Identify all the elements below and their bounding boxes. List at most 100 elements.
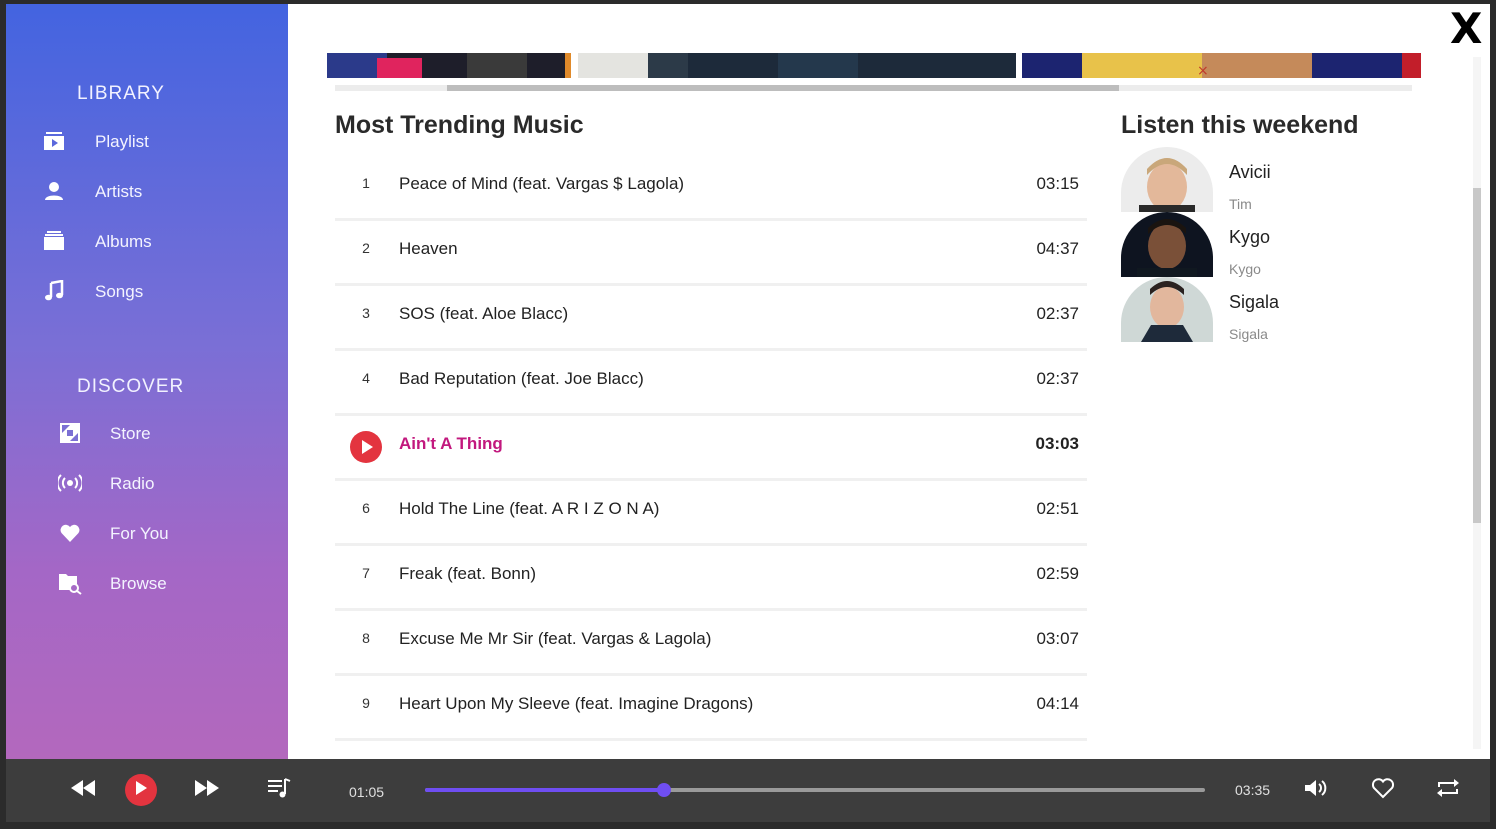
sidebar-item-artists[interactable]: Artists [42, 176, 242, 206]
sidebar-item-label: Radio [110, 474, 155, 493]
artist-subtitle: Tim [1229, 196, 1252, 212]
sidebar-item-for-you[interactable]: For You [58, 518, 258, 548]
svg-text:×: × [1197, 63, 1209, 78]
track-number: 2 [362, 240, 370, 256]
track-list: 1 Peace of Mind (feat. Vargas $ Lagola) … [335, 156, 1087, 741]
avatar [1121, 277, 1213, 342]
fast-forward-icon [194, 779, 220, 802]
repeat-button[interactable] [1434, 778, 1462, 802]
track-title: Peace of Mind (feat. Vargas $ Lagola) [399, 174, 685, 193]
track-title: Hold The Line (feat. A R I Z O N A) [399, 499, 660, 518]
sidebar-item-label: Browse [110, 574, 167, 593]
fast-forward-button[interactable] [192, 778, 222, 802]
progress-fill [425, 788, 664, 792]
sidebar-item-songs[interactable]: Songs [42, 276, 242, 306]
progress-knob[interactable] [656, 783, 671, 797]
rewind-button[interactable] [68, 778, 98, 802]
current-time: 01:05 [349, 784, 385, 800]
track-title: Ain't A Thing [399, 434, 503, 453]
artist-subtitle: Kygo [1229, 261, 1261, 277]
track-duration: 03:07 [1036, 629, 1079, 648]
carousel-scrollbar[interactable] [335, 85, 1412, 91]
browse-icon [58, 571, 82, 595]
artist-card[interactable]: Kygo Kygo [1121, 212, 1421, 277]
progress-slider[interactable] [425, 783, 1205, 797]
track-title: SOS (feat. Aloe Blacc) [399, 304, 569, 323]
play-circle-icon[interactable] [350, 431, 382, 463]
sidebar-item-albums[interactable]: Albums [42, 226, 242, 256]
volume-icon [1304, 778, 1330, 803]
artist-list: Avicii Tim Kygo Kygo Sigala Sigala [1121, 147, 1421, 342]
track-row[interactable]: 4 Bad Reputation (feat. Joe Blacc) 02:37 [335, 351, 1087, 416]
radio-icon [58, 471, 82, 495]
track-title: Heart Upon My Sleeve (feat. Imagine Drag… [399, 694, 754, 713]
track-number: 3 [362, 305, 370, 321]
track-number: 9 [362, 695, 370, 711]
library-title: LIBRARY [77, 83, 165, 104]
artist-name: Avicii [1229, 162, 1271, 182]
track-number: 4 [362, 370, 370, 386]
track-duration: 02:59 [1036, 564, 1079, 583]
track-row[interactable]: 8 Excuse Me Mr Sir (feat. Vargas & Lagol… [335, 611, 1087, 676]
track-number: 7 [362, 565, 370, 581]
track-duration: 04:37 [1036, 239, 1079, 258]
sidebar-item-label: For You [110, 524, 169, 543]
albums-icon [42, 229, 66, 253]
artist-card[interactable]: Sigala Sigala [1121, 277, 1421, 342]
artist-name: Sigala [1229, 292, 1280, 312]
track-row[interactable]: 6 Hold The Line (feat. A R I Z O N A) 02… [335, 481, 1087, 546]
main-scrollbar-thumb[interactable] [1473, 188, 1481, 523]
sidebar-item-playlist[interactable]: Playlist [42, 126, 242, 156]
track-number: 6 [362, 500, 370, 516]
avatar [1121, 212, 1213, 277]
carousel-scrollbar-thumb[interactable] [447, 85, 1119, 91]
track-title: Excuse Me Mr Sir (feat. Vargas & Lagola) [399, 629, 712, 648]
sidebar: LIBRARY Playlist Artists Albums Songs DI… [6, 4, 288, 759]
sidebar-item-radio[interactable]: Radio [58, 468, 258, 498]
weekend-title: Listen this weekend [1121, 111, 1359, 139]
playlist-icon [42, 129, 66, 153]
carousel-image-3[interactable]: × [1022, 53, 1421, 78]
sidebar-item-label: Playlist [95, 132, 149, 151]
carousel-image-2[interactable] [578, 53, 1016, 78]
track-title: Bad Reputation (feat. Joe Blacc) [399, 369, 644, 388]
track-row[interactable]: 3 SOS (feat. Aloe Blacc) 02:37 [335, 286, 1087, 351]
queue-icon [267, 777, 291, 804]
track-duration: 02:51 [1036, 499, 1079, 518]
sidebar-item-store[interactable]: Store [58, 418, 258, 448]
avatar [1121, 147, 1213, 212]
track-row[interactable]: 2 Heaven 04:37 [335, 221, 1087, 286]
track-duration: 03:03 [1035, 434, 1079, 453]
queue-button[interactable] [266, 777, 292, 804]
repeat-icon [1435, 777, 1461, 804]
main-scrollbar[interactable] [1473, 57, 1481, 749]
heart-outline-icon [1371, 777, 1395, 804]
artist-card[interactable]: Avicii Tim [1121, 147, 1421, 212]
music-note-icon [42, 279, 66, 303]
track-title: Heaven [399, 239, 458, 258]
main-content: × Most Trending Music 1 Peace of Mind (f… [288, 4, 1490, 759]
store-icon [58, 421, 82, 445]
track-duration: 03:15 [1036, 174, 1079, 193]
play-button[interactable] [125, 774, 157, 806]
sidebar-item-browse[interactable]: Browse [58, 568, 258, 598]
track-row[interactable]: 9 Heart Upon My Sleeve (feat. Imagine Dr… [335, 676, 1087, 741]
track-row[interactable]: 1 Peace of Mind (feat. Vargas $ Lagola) … [335, 156, 1087, 221]
artist-subtitle: Sigala [1229, 326, 1268, 342]
trending-title: Most Trending Music [335, 111, 584, 139]
heart-icon [58, 521, 82, 545]
track-row[interactable]: 7 Freak (feat. Bonn) 02:59 [335, 546, 1087, 611]
volume-button[interactable] [1304, 778, 1330, 802]
track-duration: 04:14 [1036, 694, 1079, 713]
track-duration: 02:37 [1036, 369, 1079, 388]
track-title: Freak (feat. Bonn) [399, 564, 537, 583]
track-row-active[interactable]: Ain't A Thing 03:03 [335, 416, 1087, 481]
discover-title: DISCOVER [77, 376, 185, 397]
favorite-button[interactable] [1370, 777, 1396, 804]
player-bar: 01:05 03:35 [6, 759, 1490, 822]
track-number: 1 [362, 175, 370, 191]
close-button[interactable]: X [1450, 4, 1482, 54]
carousel-image-1[interactable] [327, 53, 571, 78]
app-window: LIBRARY Playlist Artists Albums Songs DI… [6, 4, 1490, 822]
track-duration: 02:37 [1036, 304, 1079, 323]
